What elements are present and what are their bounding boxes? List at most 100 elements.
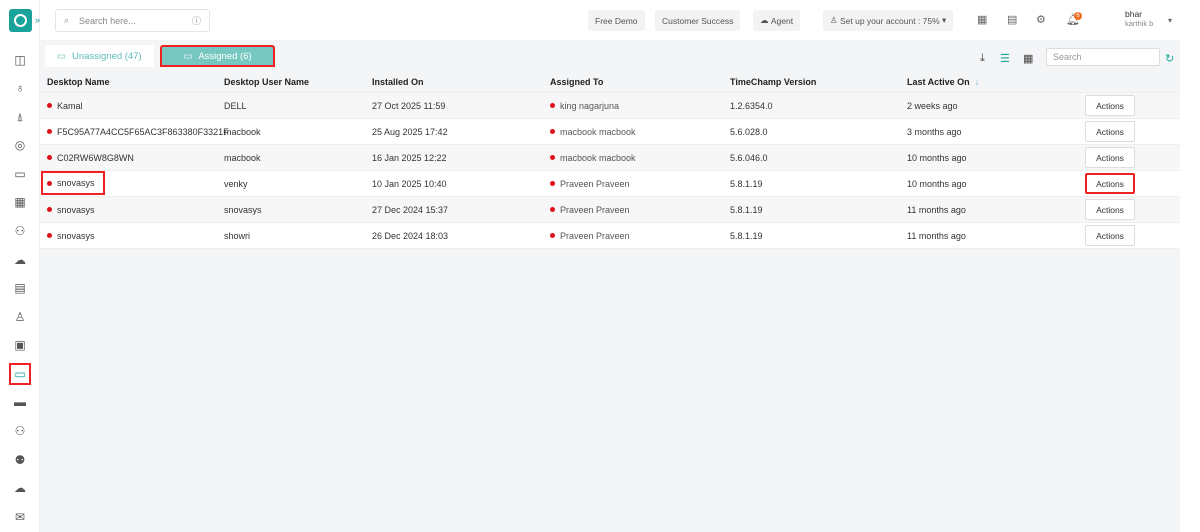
actions-button[interactable]: Actions xyxy=(1085,199,1135,220)
last-active: 2 weeks ago xyxy=(907,100,958,111)
refresh-icon[interactable]: ↻ xyxy=(1165,52,1174,65)
installed-on: 27 Oct 2025 11:59 xyxy=(372,100,446,111)
col-last-active[interactable]: Last Active On ↓ xyxy=(907,72,979,92)
desktop-name[interactable]: F5C95A77A4CC5F65AC3F863380F3321F xyxy=(47,119,229,144)
user-setup-icon: ♙ xyxy=(830,15,840,25)
search-icon: ⌕ xyxy=(64,15,70,25)
setup-account-button[interactable]: ♙ Set up your account : 75% ▾ xyxy=(823,10,954,31)
desktop-name[interactable]: C02RW6W8G8WN xyxy=(47,145,134,170)
desktop-name[interactable]: Kamal xyxy=(47,93,83,118)
target-icon[interactable]: ◎ xyxy=(9,134,31,156)
card-icon[interactable]: ▬ xyxy=(9,391,31,413)
cloud-download-icon: ☁ xyxy=(760,15,771,25)
desktop-icon: ▭ xyxy=(183,50,193,62)
table-search-input[interactable]: Search xyxy=(1046,48,1160,66)
status-dot-icon xyxy=(550,181,555,186)
installed-on: 27 Dec 2024 15:37 xyxy=(372,204,449,215)
status-dot-icon xyxy=(550,155,555,160)
desktop-icon[interactable]: ▭ xyxy=(9,363,31,385)
desktop-name-text: snovasys xyxy=(57,178,95,188)
table-row: snovasys showri 26 Dec 2024 18:03 Pravee… xyxy=(40,223,1180,249)
assigned-to: king nagarjuna xyxy=(550,93,619,118)
table-row: C02RW6W8G8WN macbook 16 Jan 2025 12:22 m… xyxy=(40,145,1180,171)
installed-on: 25 Aug 2025 17:42 xyxy=(372,126,448,137)
document-icon[interactable]: ▤ xyxy=(1007,13,1017,26)
table-row: snovasys venky 10 Jan 2025 10:40 Praveen… xyxy=(40,171,1180,197)
desktop-name[interactable]: snovasys xyxy=(47,197,95,222)
col-version[interactable]: TimeChamp Version xyxy=(730,72,816,92)
status-dot-icon xyxy=(47,155,52,160)
user-menu[interactable]: bhar karthik b xyxy=(1125,9,1153,28)
desktop-name-text: F5C95A77A4CC5F65AC3F863380F3321F xyxy=(57,126,229,137)
assigned-to: macbook macbook xyxy=(550,119,636,144)
search-input[interactable]: Search here... xyxy=(79,16,192,26)
insights-icon[interactable]: ♁ xyxy=(9,77,31,99)
schedule-icon[interactable]: ▤ xyxy=(9,277,31,299)
org-icon[interactable]: ⚉ xyxy=(9,449,31,471)
table-row: snovasys snovasys 27 Dec 2024 15:37 Prav… xyxy=(40,197,1180,223)
list-view-icon[interactable]: ☰ xyxy=(1000,52,1010,65)
global-search[interactable]: ⌕ Search here... ⓘ xyxy=(55,9,210,32)
actions-button[interactable]: Actions xyxy=(1085,95,1135,116)
table-row: Kamal DELL 27 Oct 2025 11:59 king nagarj… xyxy=(40,93,1180,119)
col-desktop-name[interactable]: Desktop Name xyxy=(47,72,110,92)
table-row: F5C95A77A4CC5F65AC3F863380F3321F macbook… xyxy=(40,119,1180,145)
desktop-name[interactable]: snovasys xyxy=(47,223,95,248)
status-dot-icon xyxy=(47,129,52,134)
app-logo[interactable] xyxy=(9,9,32,32)
tab-assigned[interactable]: ▭ Assigned (6) xyxy=(160,45,275,67)
tab-unassigned[interactable]: ▭ Unassigned (47) xyxy=(45,45,154,67)
tab-label: Assigned (6) xyxy=(198,50,252,62)
grid-view-icon[interactable]: ▦ xyxy=(1023,52,1033,65)
alerts-icon[interactable]: ⍋ xyxy=(9,106,31,128)
user-icon[interactable]: ♙ xyxy=(9,306,31,328)
assigned-to-text: king nagarjuna xyxy=(560,100,620,111)
status-dot-icon xyxy=(550,233,555,238)
actions-button[interactable]: Actions xyxy=(1085,147,1135,168)
users-icon[interactable]: ⚇ xyxy=(9,420,31,442)
assigned-to-text: Praveen Praveen xyxy=(560,230,630,241)
installed-on: 26 Dec 2024 18:03 xyxy=(372,230,449,241)
tv-icon[interactable]: ▭ xyxy=(9,163,31,185)
col-user-name[interactable]: Desktop User Name xyxy=(224,72,309,92)
calendar-icon[interactable]: ▦ xyxy=(9,191,31,213)
actions-button[interactable]: Actions xyxy=(1085,225,1135,246)
sidebar: » ◫ ♁ ⍋ ◎ ▭ ▦ ⚇ ☁ ▤ ♙ ▣ ▭ ▬ ⚇ ⚉ ☁ ✉ xyxy=(0,0,40,532)
desktop-name-text: C02RW6W8G8WN xyxy=(57,152,134,163)
tab-label: Unassigned (47) xyxy=(71,50,142,62)
desktop-name-text: snovasys xyxy=(57,204,95,215)
topbar: ⌕ Search here... ⓘ Free Demo Customer Su… xyxy=(40,0,1200,40)
installed-on: 16 Jan 2025 12:22 xyxy=(372,152,447,163)
desktop-user: macbook xyxy=(224,152,261,163)
briefcase-icon[interactable]: ▣ xyxy=(9,334,31,356)
table-header: Desktop Name Desktop User Name Installed… xyxy=(40,72,1180,93)
desktop-user: showri xyxy=(224,230,251,241)
settings-icon[interactable]: ⚙ xyxy=(1036,13,1046,26)
version: 5.6.046.0 xyxy=(730,152,768,163)
cloud2-icon[interactable]: ☁ xyxy=(9,477,31,499)
store-icon[interactable]: ▦ xyxy=(977,13,987,26)
col-installed-on[interactable]: Installed On xyxy=(372,72,424,92)
cloud-icon[interactable]: ☁ xyxy=(9,249,31,271)
free-demo-button[interactable]: Free Demo xyxy=(588,10,645,31)
chevron-down-icon[interactable]: ▾ xyxy=(1168,16,1172,25)
team-icon[interactable]: ⚇ xyxy=(9,220,31,242)
dashboard-icon[interactable]: ◫ xyxy=(9,49,31,71)
actions-button[interactable]: Actions xyxy=(1085,121,1135,142)
assigned-to-text: macbook macbook xyxy=(560,126,636,137)
col-assigned-to[interactable]: Assigned To xyxy=(550,72,603,92)
desktop-name[interactable]: snovasys xyxy=(41,171,105,195)
mail-icon[interactable]: ✉ xyxy=(9,506,31,528)
version: 5.8.1.19 xyxy=(730,230,763,241)
desktops-table: Desktop Name Desktop User Name Installed… xyxy=(40,72,1180,249)
status-dot-icon xyxy=(47,207,52,212)
version: 5.8.1.19 xyxy=(730,178,763,189)
desktop-name-text: Kamal xyxy=(57,100,83,111)
status-dot-icon xyxy=(47,103,52,108)
download-icon[interactable]: ⤓ xyxy=(980,52,985,65)
customer-success-button[interactable]: Customer Success xyxy=(655,10,741,31)
agent-button[interactable]: ☁ Agent xyxy=(753,10,801,31)
assigned-to: Praveen Praveen xyxy=(550,197,630,222)
actions-button[interactable]: Actions xyxy=(1085,173,1135,194)
assigned-to-text: Praveen Praveen xyxy=(560,178,630,189)
